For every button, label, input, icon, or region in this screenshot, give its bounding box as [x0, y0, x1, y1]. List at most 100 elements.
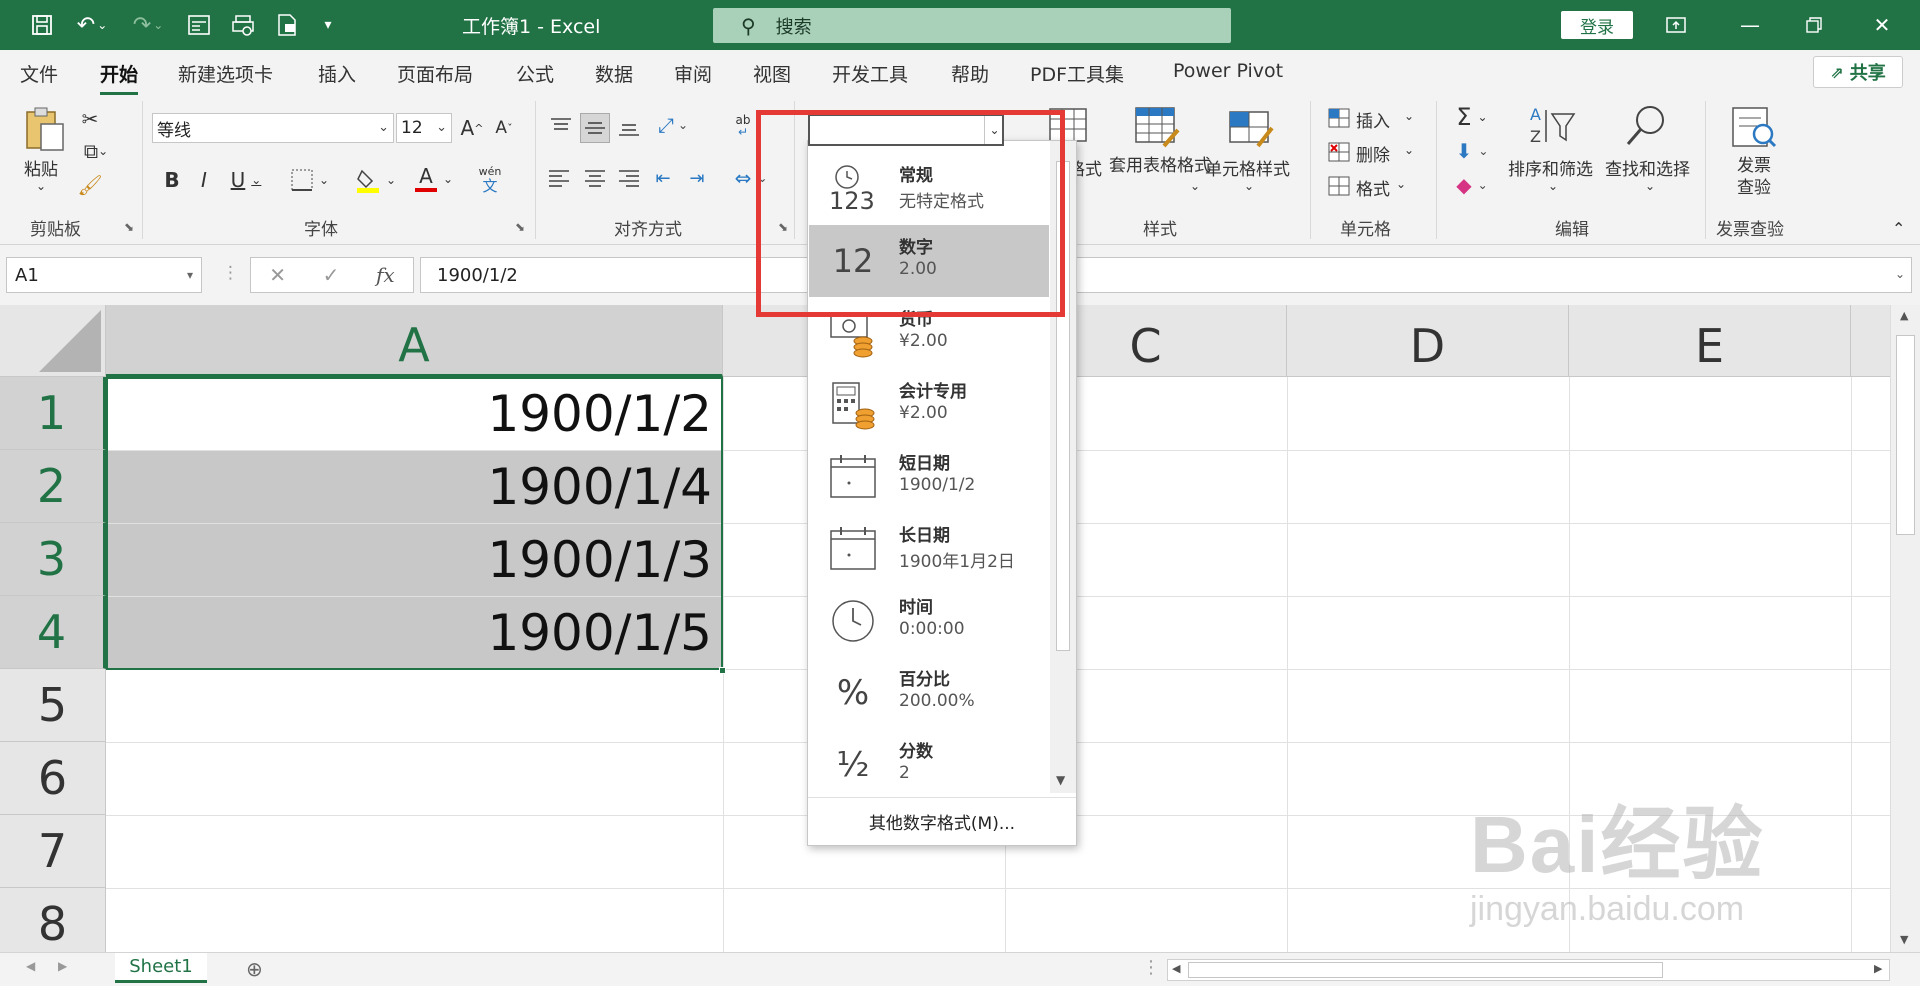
more-number-formats[interactable]: 其他数字格式(M)... — [808, 797, 1076, 845]
tab-home[interactable]: 开始 — [100, 60, 139, 95]
row-header-1[interactable]: 1 — [0, 377, 106, 450]
login-button[interactable]: 登录 — [1561, 11, 1633, 39]
border-icon[interactable]: ⌄ — [284, 165, 336, 195]
copy-icon[interactable]: ⧉ ⌄ — [76, 139, 116, 163]
sheet-tab[interactable]: Sheet1 — [115, 953, 207, 983]
align-bottom-icon[interactable] — [616, 115, 642, 141]
font-launcher-icon[interactable]: ⬊ — [515, 220, 525, 234]
decrease-font-size-icon[interactable]: Aˇ — [490, 113, 518, 143]
format-percentage[interactable]: % 百分比 200.00% — [809, 657, 1049, 729]
tab-review[interactable]: 审阅 — [674, 60, 712, 87]
enter-icon[interactable]: ✓ — [323, 263, 340, 287]
row-header-5[interactable]: 5 — [0, 669, 106, 742]
align-middle-icon[interactable] — [580, 113, 610, 143]
tab-view[interactable]: 视图 — [753, 60, 791, 87]
format-cells-icon[interactable] — [1326, 173, 1352, 199]
scroll-up-icon[interactable]: ▲ — [1900, 309, 1908, 322]
insert-cells-icon[interactable] — [1326, 105, 1352, 131]
row-header-7[interactable]: 7 — [0, 815, 106, 888]
scroll-right-icon[interactable]: ▶ — [1874, 962, 1882, 975]
cell-styles-icon[interactable] — [1226, 105, 1276, 151]
insert-cells-label[interactable]: 插入 — [1356, 107, 1390, 132]
delete-cells-icon[interactable] — [1326, 139, 1352, 165]
fill-handle[interactable] — [719, 667, 726, 674]
font-color-icon[interactable]: A ⌄ — [408, 163, 460, 195]
paste-icon[interactable] — [20, 103, 70, 153]
tab-help[interactable]: 帮助 — [951, 60, 989, 87]
format-short-date[interactable]: 短日期 1900/1/2 — [809, 441, 1049, 513]
redo-icon[interactable]: ↷ ⌄ — [126, 8, 170, 42]
cancel-icon[interactable]: ✕ — [269, 263, 286, 287]
chevron-down-icon[interactable]: ⌄ — [1548, 179, 1558, 193]
row-header-6[interactable]: 6 — [0, 742, 106, 815]
row-header-4[interactable]: 4 — [0, 596, 106, 669]
add-sheet-icon[interactable]: ⊕ — [246, 957, 263, 981]
name-box[interactable]: A1 ▾ — [6, 257, 202, 293]
wrap-text-icon[interactable]: ab ↵ — [728, 111, 758, 141]
format-fraction[interactable]: ½ 分数 2 — [809, 729, 1049, 801]
format-time[interactable]: 时间 0:00:00 — [809, 585, 1049, 657]
tab-power-pivot[interactable]: Power Pivot — [1173, 60, 1283, 82]
minimize-icon[interactable]: — — [1728, 8, 1772, 42]
align-left-icon[interactable] — [546, 165, 572, 191]
insert-function-icon[interactable]: fx — [376, 263, 395, 287]
increase-font-size-icon[interactable]: A ^ — [458, 113, 486, 143]
row-header-8[interactable]: 8 — [0, 888, 106, 952]
delete-cells-label[interactable]: 删除 — [1356, 141, 1390, 166]
select-all-button[interactable] — [0, 305, 106, 377]
clear-icon[interactable]: ◆ ⌄ — [1450, 171, 1494, 199]
find-select-icon[interactable] — [1620, 103, 1672, 149]
clipboard-launcher-icon[interactable]: ⬊ — [124, 220, 134, 234]
chevron-down-icon[interactable]: ⌄ — [1404, 143, 1414, 157]
column-header-d[interactable]: D — [1287, 305, 1569, 377]
sort-filter-label[interactable]: 排序和筛选 — [1508, 155, 1593, 180]
paste-dropdown-icon[interactable]: ⌄ — [36, 179, 46, 193]
align-right-icon[interactable] — [616, 165, 642, 191]
autosum-icon[interactable]: Σ ⌄ — [1450, 103, 1494, 131]
form-icon[interactable] — [182, 8, 216, 42]
close-icon[interactable]: ✕ — [1860, 8, 1904, 42]
bold-icon[interactable]: B — [160, 165, 184, 195]
fill-color-icon[interactable]: ⌄ — [350, 165, 402, 195]
tab-formulas[interactable]: 公式 — [516, 60, 554, 87]
format-painter-icon[interactable]: 🖌 — [77, 173, 102, 197]
row-header-2[interactable]: 2 — [0, 450, 106, 523]
print-preview-icon[interactable] — [226, 8, 260, 42]
paste-button[interactable]: 粘贴 — [24, 155, 58, 180]
prev-sheet-icon[interactable]: ◀ — [26, 959, 35, 973]
format-as-table-icon[interactable] — [1132, 105, 1182, 151]
row-header-3[interactable]: 3 — [0, 523, 106, 596]
align-top-icon[interactable] — [548, 113, 574, 139]
decrease-indent-icon[interactable]: ⇤ — [650, 165, 676, 191]
vertical-scrollbar[interactable]: ▲ ▼ — [1890, 305, 1920, 952]
export-pdf-icon[interactable] — [270, 8, 304, 42]
format-cells-label[interactable]: 格式 — [1356, 175, 1390, 200]
orientation-icon[interactable]: ⤢ ⌄ — [650, 111, 696, 139]
undo-icon[interactable]: ↶ ⌄ — [70, 8, 114, 42]
collapse-ribbon-icon[interactable]: ⌃ — [1892, 219, 1905, 238]
save-icon[interactable] — [24, 8, 60, 42]
tab-data[interactable]: 数据 — [595, 60, 633, 87]
search-box[interactable]: ⚲ 搜索 — [713, 8, 1231, 43]
find-select-label[interactable]: 查找和选择 — [1605, 155, 1690, 180]
column-header-e[interactable]: E — [1569, 305, 1851, 377]
cell-styles-label[interactable]: 单元格样式 — [1205, 155, 1290, 180]
cut-icon[interactable]: ✂ — [78, 107, 102, 131]
formula-input[interactable]: 1900/1/2 — [420, 257, 1912, 293]
underline-icon[interactable]: U ⌄ — [224, 165, 268, 195]
font-name-combo[interactable]: 等线 ⌄ — [152, 113, 394, 143]
scroll-down-icon[interactable]: ▼ — [1900, 933, 1908, 946]
chevron-down-icon[interactable]: ⌄ — [1396, 177, 1406, 191]
sort-filter-icon[interactable]: AZ — [1526, 103, 1578, 149]
restore-icon[interactable] — [1792, 8, 1836, 42]
chevron-down-icon[interactable]: ⌄ — [1404, 109, 1414, 123]
vertical-scroll-thumb[interactable] — [1896, 335, 1915, 535]
column-header-f[interactable] — [1851, 305, 1891, 377]
customize-quick-access-icon[interactable]: ▾ — [314, 8, 342, 42]
scroll-down-icon[interactable]: ▼ — [1056, 773, 1065, 787]
font-size-combo[interactable]: 12 ⌄ — [396, 113, 452, 143]
format-accounting[interactable]: 会计专用 ¥2.00 — [809, 369, 1049, 441]
chevron-down-icon[interactable]: ⌄ — [1645, 179, 1655, 193]
tab-file[interactable]: 文件 — [20, 60, 58, 87]
tab-insert[interactable]: 插入 — [318, 60, 356, 87]
